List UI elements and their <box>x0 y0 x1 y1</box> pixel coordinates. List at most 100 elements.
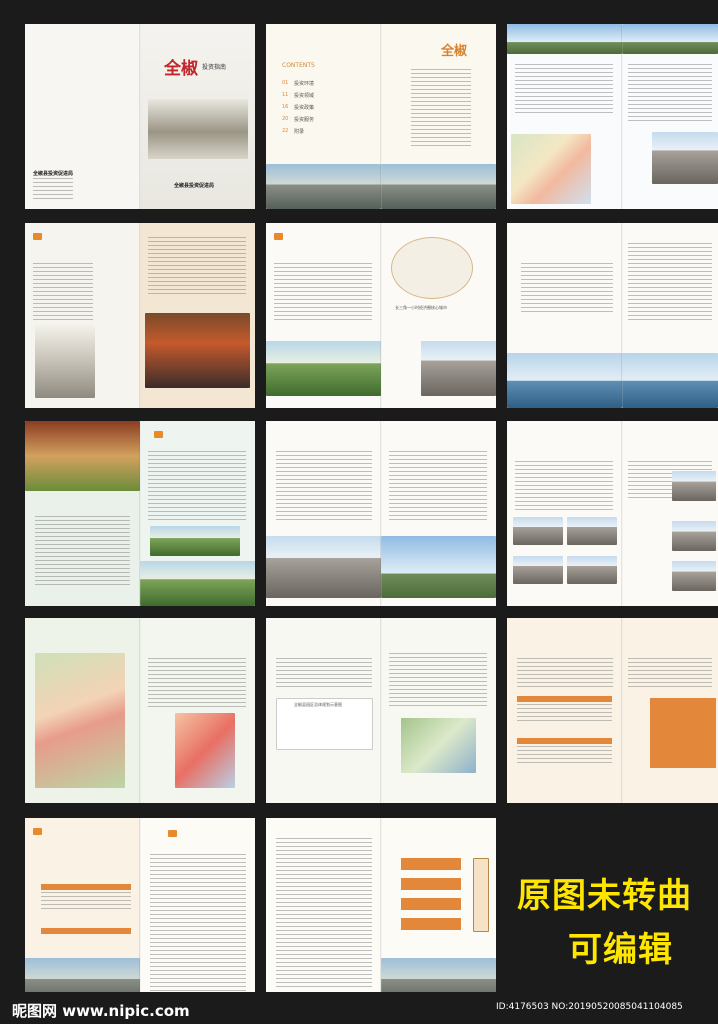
spread-industry <box>266 421 496 606</box>
policy-table <box>517 704 612 724</box>
gutter <box>380 223 382 408</box>
spread-planning <box>25 618 255 803</box>
festival-image <box>145 313 250 388</box>
corridor-image <box>25 421 140 491</box>
industry-right <box>381 421 496 606</box>
contents-item-3-label: 投资政策 <box>294 105 315 111</box>
culture-left <box>25 223 140 408</box>
contact-left <box>266 818 381 1004</box>
intro-text <box>515 64 613 114</box>
contents-list <box>411 69 471 149</box>
cover-right-label: 全椒县投资促进局 <box>174 183 215 189</box>
policy-text <box>517 658 613 688</box>
railway-image <box>266 341 381 396</box>
cover-left-text <box>33 178 73 200</box>
overlay-line-1: 原图未转曲 <box>517 876 692 916</box>
section-tag <box>33 233 42 240</box>
location-map <box>511 134 591 204</box>
ecology-left <box>25 421 140 606</box>
spread-contents: CONTENTS 01 投资环境 11 投资领域 16 投资政策 20 投资服务… <box>266 24 496 209</box>
pavilion-image <box>148 99 248 159</box>
contents-heading: CONTENTS <box>282 62 315 69</box>
lakes-right <box>622 223 718 408</box>
spread-intro <box>507 24 718 209</box>
contact-right <box>381 818 496 1004</box>
policy-table2-header <box>517 738 612 744</box>
section-tag-right <box>168 830 177 837</box>
spread-ecology <box>25 421 255 606</box>
spread-location: 长三角一小时经济圈核心城市 <box>266 223 496 408</box>
spread-enterprises <box>507 421 718 606</box>
section-tag <box>274 233 283 240</box>
city-panorama-left <box>266 164 381 209</box>
sky-banner-right <box>622 24 718 54</box>
gutter <box>139 24 141 209</box>
policy-left <box>507 618 622 803</box>
services-right-text <box>150 854 246 994</box>
policy-table3 <box>650 698 716 768</box>
contents-item-2-num: 11 <box>282 92 289 98</box>
culture-right <box>140 223 255 408</box>
contents-right-page: 全椒 <box>381 24 496 209</box>
enterprise-photo-1 <box>513 517 563 545</box>
city-panorama-right <box>381 164 496 209</box>
spread-services <box>25 818 255 1004</box>
ink-painting <box>35 323 95 398</box>
gutter <box>621 421 623 606</box>
gutter <box>621 223 623 408</box>
parks-right-text <box>389 653 487 708</box>
flowchart-box-2 <box>401 878 461 890</box>
culture-right-text <box>148 237 246 297</box>
park-aerial-map <box>401 718 476 773</box>
planning-right <box>140 618 255 803</box>
planning-text <box>148 658 246 708</box>
contents-item-5-num: 22 <box>282 128 289 134</box>
gutter <box>139 223 141 408</box>
gutter <box>139 618 141 803</box>
monument-image <box>381 536 496 598</box>
enterprise-photo-4 <box>567 556 617 584</box>
section-tag <box>33 828 42 835</box>
parks-left: 全椒县园区总体规划示意图 <box>266 618 381 803</box>
section-tag <box>154 431 163 438</box>
industry-right-text <box>389 451 487 521</box>
spread-culture <box>25 223 255 408</box>
gutter <box>380 618 382 803</box>
lake-image <box>507 353 622 408</box>
intro-right-text <box>628 64 712 124</box>
spread-lakes <box>507 223 718 408</box>
industry-left <box>266 421 381 606</box>
circle-diagram <box>391 237 473 299</box>
spread-contact <box>266 818 496 1004</box>
policy-table-header <box>517 696 612 702</box>
gutter <box>380 818 382 1004</box>
services-left <box>25 818 140 1004</box>
river-image <box>140 561 255 606</box>
contents-page: CONTENTS 01 投资环境 11 投资领域 16 投资政策 20 投资服务… <box>266 24 381 209</box>
flowchart-box-3 <box>401 898 461 910</box>
gutter <box>621 618 623 803</box>
region-caption: 长三角一小时经济圈核心城市 <box>395 305 447 310</box>
cover-back: 全椒县投资促进局 <box>25 24 140 209</box>
gutter <box>139 818 141 1004</box>
gutter <box>621 24 623 209</box>
flowchart-box-1 <box>401 858 461 870</box>
services-table2-header <box>41 928 131 934</box>
contents-item-4-num: 20 <box>282 116 289 122</box>
lake-image-right <box>622 353 718 408</box>
industry-text <box>276 451 372 521</box>
industrial-park-map <box>175 713 235 788</box>
policy-table2 <box>517 746 612 766</box>
cover-front: 全椒 投资指南 全椒县投资促进局 <box>140 24 255 209</box>
parks-text <box>276 658 372 688</box>
enterprise-photo-3 <box>513 556 563 584</box>
contents-item-5-label: 附录 <box>294 129 305 135</box>
sky-banner <box>507 24 622 54</box>
cover-title: 全椒 <box>164 59 198 79</box>
spread-parks: 全椒县园区总体规划示意图 <box>266 618 496 803</box>
lakes-left <box>507 223 622 408</box>
culture-text <box>33 263 93 323</box>
cover-left-label: 全椒县投资促进局 <box>33 171 74 177</box>
enterprise-photo-7 <box>672 561 716 591</box>
contents-item-3-num: 16 <box>282 104 289 110</box>
